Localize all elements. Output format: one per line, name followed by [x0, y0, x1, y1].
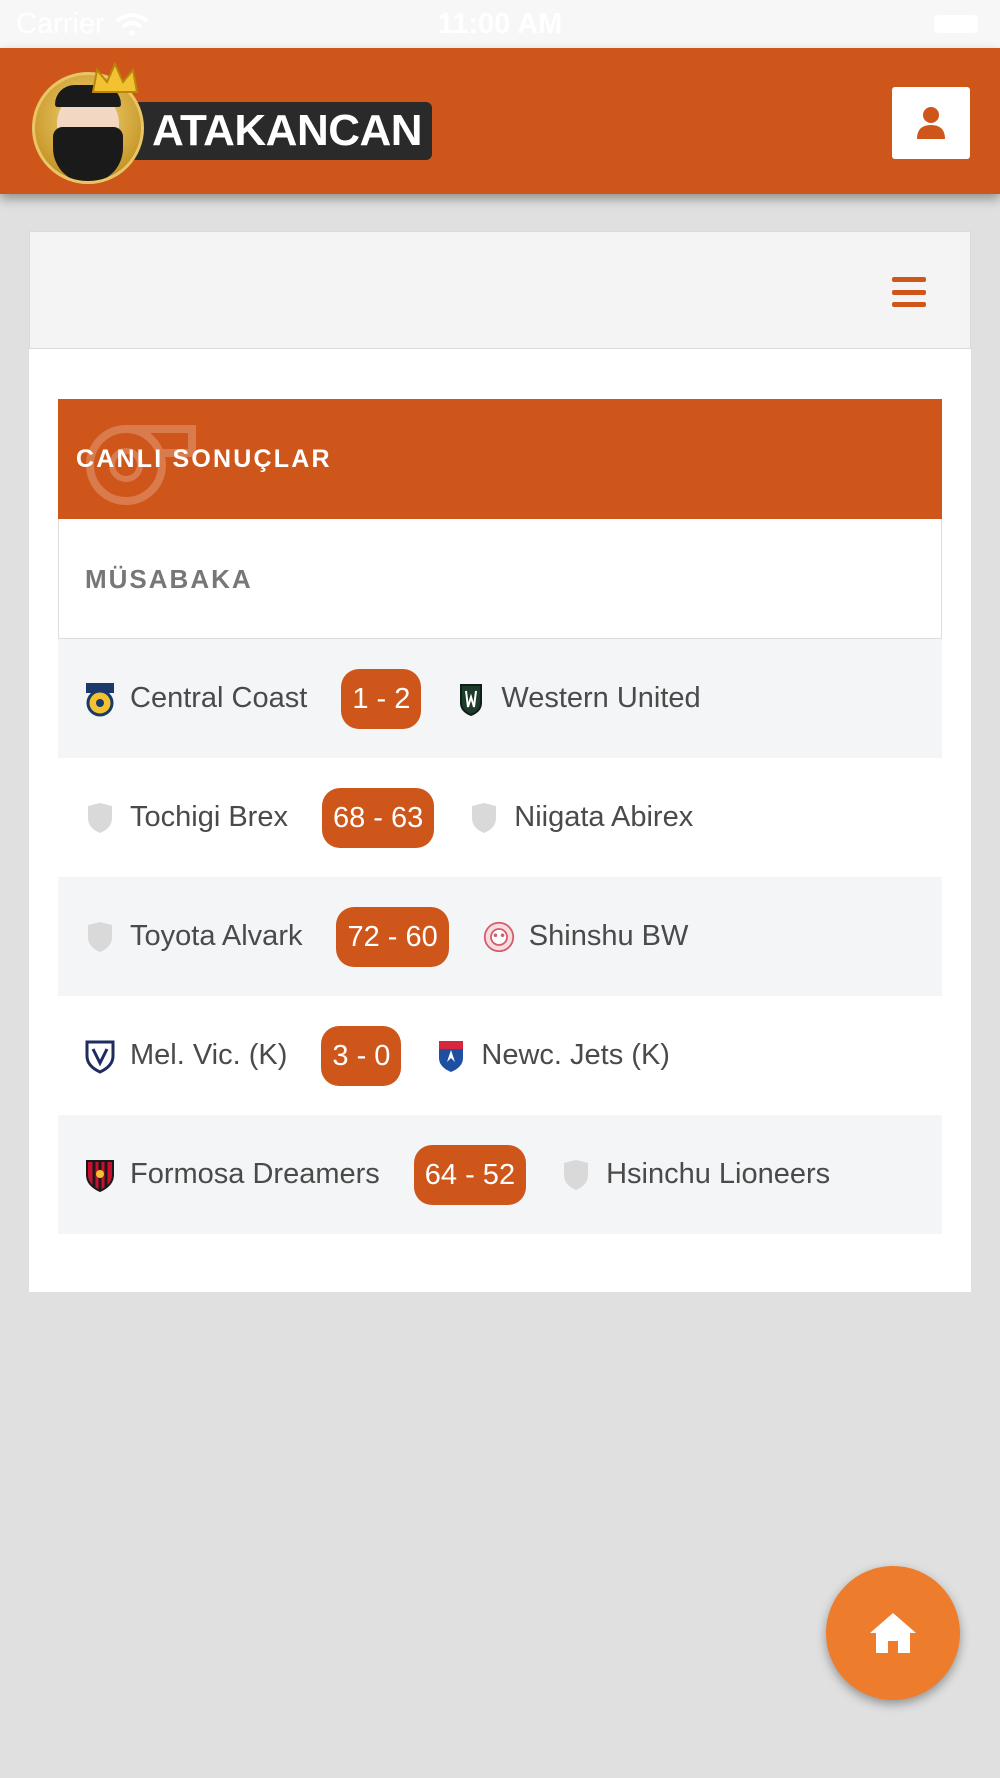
away-team-name: Shinshu BW	[528, 920, 689, 952]
content-card: CANLI SONUÇLAR MÜSABAKA Central Coast 1 …	[29, 231, 971, 1292]
status-bar: Carrier 11:00 AM	[0, 0, 1000, 48]
user-account-button[interactable]	[892, 87, 970, 159]
away-team: Niigata Abirex	[468, 800, 693, 836]
shield-icon	[84, 919, 116, 955]
live-results-header: CANLI SONUÇLAR	[58, 399, 942, 519]
away-team: Western United	[455, 681, 701, 717]
home-team-name: Toyota Alvark	[130, 920, 303, 952]
away-team-name: Newc. Jets (K)	[481, 1039, 670, 1071]
formosa-crest-icon	[84, 1157, 116, 1193]
home-team-name: Tochigi Brex	[130, 801, 288, 833]
secondary-navbar	[29, 231, 971, 349]
home-button[interactable]	[826, 1566, 960, 1700]
matches-table-header: MÜSABAKA	[58, 519, 942, 639]
crown-icon	[91, 62, 139, 93]
match-row[interactable]: Toyota Alvark 72 - 60 Shinshu BW	[58, 877, 942, 996]
home-team: Tochigi Brex	[84, 800, 288, 836]
score-badge: 1 - 2	[341, 668, 422, 729]
home-team-name: Formosa Dreamers	[130, 1158, 380, 1190]
newcastle-jets-crest-icon	[435, 1038, 467, 1074]
matches-list: Central Coast 1 - 2 Western United Tochi…	[58, 639, 942, 1234]
home-team-name: Mel. Vic. (K)	[130, 1039, 288, 1071]
hamburger-menu-icon[interactable]	[892, 277, 926, 307]
match-row[interactable]: Formosa Dreamers 64 - 52 Hsinchu Lioneer…	[58, 1115, 942, 1234]
user-icon	[917, 107, 945, 139]
away-team-name: Niigata Abirex	[514, 801, 694, 833]
melbourne-victory-crest-icon	[84, 1038, 116, 1074]
score-badge: 72 - 60	[336, 906, 449, 967]
away-team: Newc. Jets (K)	[435, 1038, 670, 1074]
match-row[interactable]: Mel. Vic. (K) 3 - 0 Newc. Jets (K)	[58, 996, 942, 1115]
away-team-name: Hsinchu Lioneers	[606, 1158, 831, 1190]
home-team: Toyota Alvark	[84, 919, 302, 955]
home-team: Formosa Dreamers	[84, 1157, 380, 1193]
battery-icon	[934, 15, 978, 33]
away-team: Hsinchu Lioneers	[560, 1157, 830, 1193]
western-united-crest-icon	[455, 681, 487, 717]
score-badge: 68 - 63	[321, 787, 435, 848]
shield-icon	[84, 800, 116, 836]
app-header: ATAKANCAN	[0, 48, 1000, 194]
central-coast-crest-icon	[84, 681, 116, 717]
away-team: Shinshu BW	[483, 919, 689, 955]
home-icon	[870, 1613, 916, 1653]
away-team-name: Western United	[501, 682, 701, 714]
shield-icon	[468, 800, 500, 836]
home-team-name: Central Coast	[130, 682, 308, 714]
score-badge: 3 - 0	[321, 1025, 402, 1086]
shield-icon	[560, 1157, 592, 1193]
clock: 11:00 AM	[437, 8, 563, 40]
match-row[interactable]: Central Coast 1 - 2 Western United	[58, 639, 942, 758]
shinshu-crest-icon	[483, 919, 515, 955]
brand-logo[interactable]: ATAKANCAN	[32, 62, 433, 184]
logo-wordmark: ATAKANCAN	[118, 102, 433, 160]
column-header-match: MÜSABAKA	[85, 564, 253, 594]
match-row[interactable]: Tochigi Brex 68 - 63 Niigata Abirex	[58, 758, 942, 877]
home-team: Central Coast	[84, 681, 307, 717]
score-badge: 64 - 52	[413, 1144, 527, 1205]
home-team: Mel. Vic. (K)	[84, 1038, 287, 1074]
live-results-title: CANLI SONUÇLAR	[76, 445, 332, 473]
